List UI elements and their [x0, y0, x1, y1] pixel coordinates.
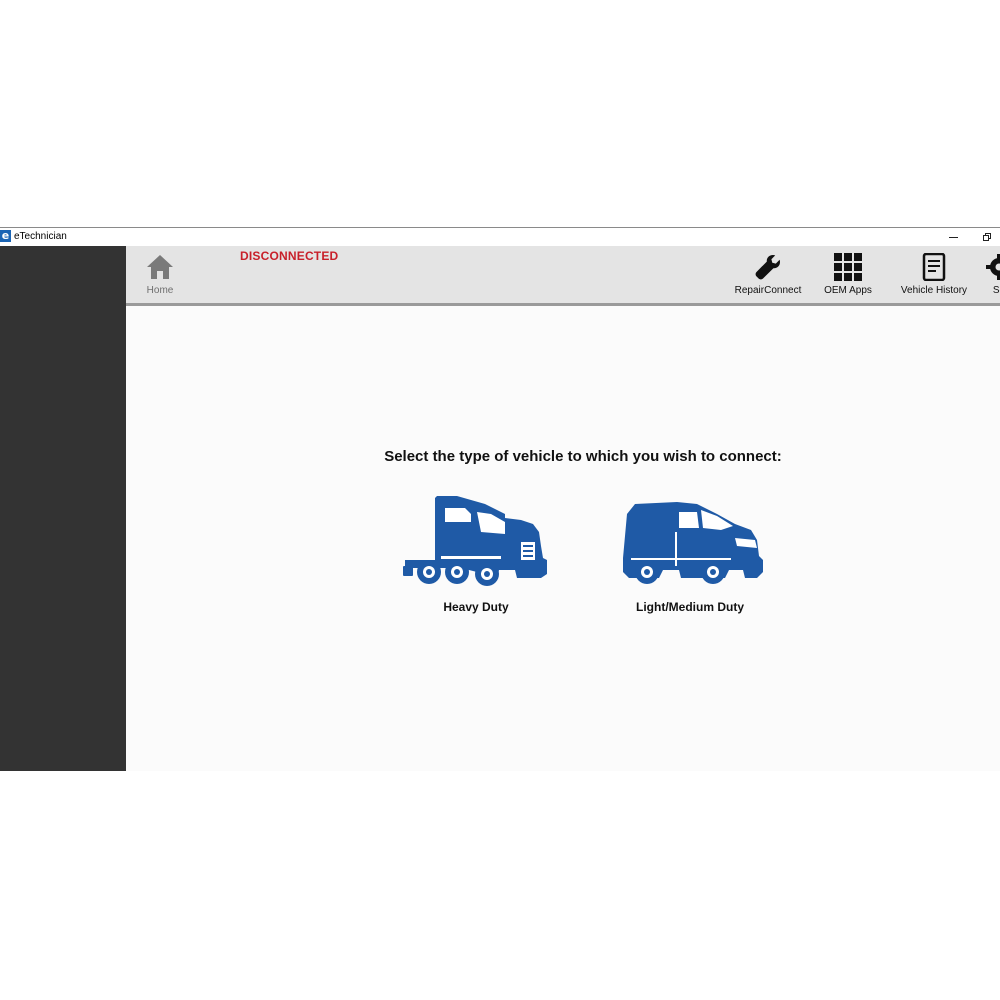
- screen: e eTechnician Home DISCONNECTED RepairCo…: [0, 0, 1000, 1000]
- gear-icon: [986, 254, 1000, 280]
- light-medium-duty-option[interactable]: Light/Medium Duty: [616, 494, 764, 614]
- home-label: Home: [146, 285, 174, 296]
- heavy-duty-label: Heavy Duty: [443, 600, 509, 614]
- vehicle-type-prompt: Select the type of vehicle to which you …: [384, 448, 782, 465]
- title-bar: e eTechnician: [0, 228, 1000, 246]
- settings-button[interactable]: Se: [984, 252, 1000, 300]
- connection-status: DISCONNECTED: [240, 249, 339, 263]
- vehicle-history-label: Vehicle History: [900, 285, 968, 296]
- minimize-button[interactable]: [938, 228, 968, 246]
- restore-button[interactable]: [972, 228, 1000, 246]
- app-window: e eTechnician Home DISCONNECTED RepairCo…: [0, 227, 1000, 771]
- toolbar: Home DISCONNECTED RepairConnect OEM Apps…: [126, 246, 1000, 306]
- app-logo-icon: e: [0, 229, 11, 242]
- wrench-icon: [755, 255, 780, 280]
- main-content: Select the type of vehicle to which you …: [126, 306, 1000, 771]
- oem-apps-button[interactable]: OEM Apps: [818, 252, 878, 300]
- van-icon: [623, 502, 763, 584]
- semi-truck-icon: [403, 496, 547, 586]
- light-medium-duty-label: Light/Medium Duty: [636, 600, 744, 614]
- home-button[interactable]: Home: [140, 252, 180, 300]
- repairconnect-label: RepairConnect: [734, 285, 802, 296]
- minimize-icon: [948, 236, 958, 238]
- vehicle-history-button[interactable]: Vehicle History: [894, 252, 974, 300]
- heavy-duty-option[interactable]: Heavy Duty: [400, 494, 552, 614]
- window-title: eTechnician: [14, 231, 67, 242]
- oem-apps-label: OEM Apps: [824, 285, 872, 296]
- restore-icon: [983, 233, 991, 241]
- grid-icon: [834, 253, 862, 281]
- sidebar: [0, 246, 126, 771]
- home-icon: [147, 255, 173, 279]
- repairconnect-button[interactable]: RepairConnect: [730, 252, 806, 300]
- settings-label: Se: [992, 285, 1000, 296]
- document-icon: [922, 253, 946, 281]
